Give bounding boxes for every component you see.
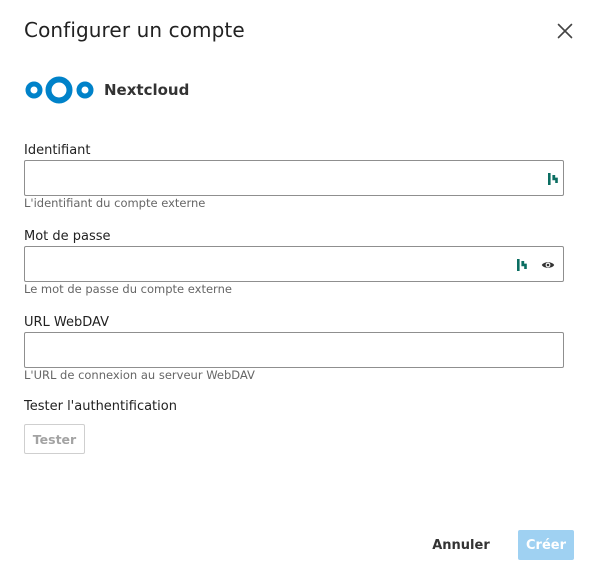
cancel-button[interactable]: Annuler [424,530,498,560]
eye-icon[interactable] [540,257,556,273]
dialog-title: Configurer un compte [24,18,245,42]
password-hint: Le mot de passe du compte externe [24,282,232,296]
identifier-label: Identifiant [24,143,91,158]
password-field-wrapper [24,246,564,282]
test-auth-label: Tester l'authentification [24,399,177,414]
identifier-hint: L'identifiant du compte externe [24,196,206,210]
identifier-input[interactable] [25,161,563,195]
provider-name: Nextcloud [104,81,190,99]
password-manager-icon[interactable] [545,171,561,187]
nextcloud-logo-icon [25,76,94,104]
create-button[interactable]: Créer [518,530,574,560]
close-icon [557,23,573,39]
webdav-url-field-wrapper [24,332,564,368]
webdav-url-hint: L'URL de connexion au serveur WebDAV [24,368,255,382]
password-manager-icon[interactable] [514,257,530,273]
provider-header: Nextcloud [24,72,189,108]
password-label: Mot de passe [24,229,111,244]
password-input[interactable] [25,247,563,281]
webdav-url-label: URL WebDAV [24,315,110,330]
identifier-field-wrapper [24,160,564,196]
close-button[interactable] [552,18,578,44]
webdav-url-input[interactable] [25,333,563,367]
test-button[interactable]: Tester [24,424,85,454]
